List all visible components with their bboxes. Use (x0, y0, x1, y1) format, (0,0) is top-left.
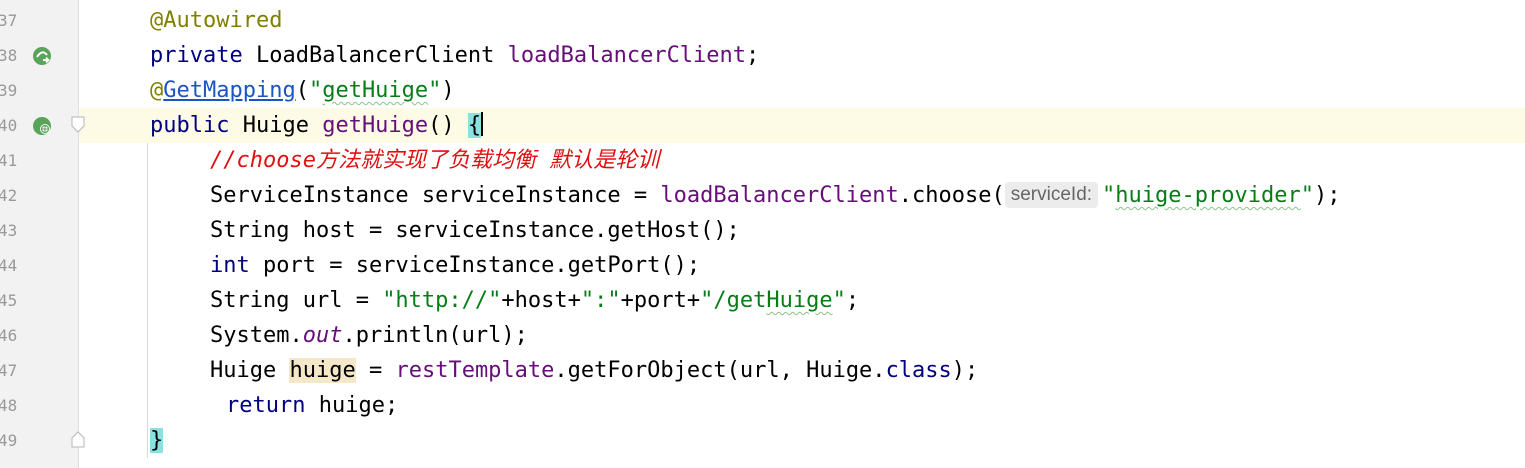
brace-match-close: } (150, 428, 164, 453)
string-token: Huige (766, 288, 833, 313)
string-quote-token: " (1300, 183, 1314, 208)
line-number: 47 (0, 361, 18, 380)
line-number: 37 (0, 11, 18, 30)
code-text: String url = (210, 288, 383, 313)
string-token: ":" (580, 288, 621, 313)
code-line-43[interactable]: String host = serviceInstance.getHost(); (210, 213, 740, 248)
code-text: huige; (305, 393, 399, 418)
static-field-token: out (302, 323, 343, 348)
code-text: port = serviceInstance.getPort(); (249, 253, 701, 278)
code-text: = (355, 358, 396, 383)
code-editor[interactable]: 37 38 39 40 41 42 43 44 45 46 47 48 49 @… (0, 0, 1525, 468)
code-text: ; (845, 288, 860, 313)
code-line-41[interactable]: //choose方法就实现了负载均衡 默认是轮训 (210, 143, 659, 178)
code-line-47[interactable]: Huige huige = restTemplate.getForObject(… (210, 353, 978, 388)
method-name-token: getHuige (322, 113, 429, 138)
comment-token: //choose方法就实现了负载均衡 默认是轮训 (210, 148, 660, 173)
code-line-40[interactable]: public Huige getHuige() { (150, 108, 484, 143)
code-line-39[interactable]: @GetMapping("getHuige") (150, 73, 455, 108)
code-line-49[interactable]: } (150, 423, 164, 458)
code-text: .choose( (898, 183, 1005, 208)
code-text: ); (951, 358, 979, 383)
string-quote-token: " (428, 78, 442, 103)
string-token: "/get (700, 288, 767, 313)
string-token: huige-provider (1115, 183, 1301, 208)
code-text: String host = serviceInstance.getHost(); (210, 218, 740, 243)
fold-end-icon[interactable] (70, 430, 86, 448)
text-caret (481, 112, 484, 136)
keyword-token: public (150, 113, 230, 138)
line-number: 39 (0, 81, 18, 100)
field-token: restTemplate (395, 358, 555, 383)
annotation-link-token[interactable]: GetMapping (163, 78, 295, 103)
keyword-token: return (226, 393, 306, 418)
code-text: ); (1313, 183, 1341, 208)
keyword-token: class (885, 358, 952, 383)
fold-collapse-icon[interactable] (70, 116, 86, 134)
highlighted-variable: huige (289, 358, 356, 383)
field-token: loadBalancerClient (660, 183, 899, 208)
code-line-46[interactable]: System.out.println(url); (210, 318, 528, 353)
spring-web-endpoint-icon[interactable] (31, 115, 53, 137)
string-token: " (832, 288, 846, 313)
field-token: loadBalancerClient (507, 43, 747, 68)
punctuation-token: () (428, 113, 468, 138)
code-text: +host+ (501, 288, 581, 313)
string-quote-token: " (1102, 183, 1116, 208)
code-line-44[interactable]: int port = serviceInstance.getPort(); (210, 248, 700, 283)
line-number: 49 (0, 431, 18, 450)
spring-bean-autowire-icon[interactable] (31, 45, 53, 67)
string-quote-token: " (308, 78, 323, 103)
line-number: 42 (0, 186, 18, 205)
annotation-at-token: @ (150, 78, 164, 103)
type-token: Huige (229, 113, 323, 138)
code-line-42[interactable]: ServiceInstance serviceInstance = loadBa… (210, 178, 1340, 213)
line-number: 41 (0, 151, 18, 170)
code-line-48[interactable]: return huige; (226, 388, 398, 423)
type-token: LoadBalancerClient (242, 43, 508, 68)
punctuation-token: ) (441, 78, 455, 103)
brace-match-open: { (467, 113, 482, 138)
string-token: "http://" (382, 288, 502, 313)
parameter-hint: serviceId: (1004, 182, 1099, 208)
line-number: 40 (0, 116, 18, 135)
code-line-38[interactable]: private LoadBalancerClient loadBalancerC… (150, 38, 759, 73)
keyword-token: int (210, 253, 250, 278)
code-text: System. (210, 323, 303, 348)
code-line-45[interactable]: String url = "http://"+host+":"+port+"/g… (210, 283, 859, 318)
line-number: 38 (0, 46, 18, 65)
code-text: Huige (210, 358, 290, 383)
annotation-token: @Autowired (150, 8, 283, 33)
line-number: 48 (0, 396, 18, 415)
keyword-token: private (150, 43, 243, 68)
indent-guide (147, 143, 148, 458)
code-line-37[interactable]: @Autowired (150, 3, 282, 38)
punctuation-token: ; (746, 43, 760, 68)
line-number: 43 (0, 221, 18, 240)
punctuation-token: ( (295, 78, 309, 103)
code-text: .println(url); (342, 323, 528, 348)
code-text: .getForObject(url, Huige. (554, 358, 886, 383)
string-token: getHuige (322, 78, 429, 103)
code-text: +port+ (620, 288, 701, 313)
editor-gutter[interactable]: 37 38 39 40 41 42 43 44 45 46 47 48 49 (0, 0, 85, 468)
line-number: 45 (0, 291, 18, 310)
line-number: 44 (0, 256, 18, 275)
line-number: 46 (0, 326, 18, 345)
code-text: ServiceInstance serviceInstance = (210, 183, 661, 208)
